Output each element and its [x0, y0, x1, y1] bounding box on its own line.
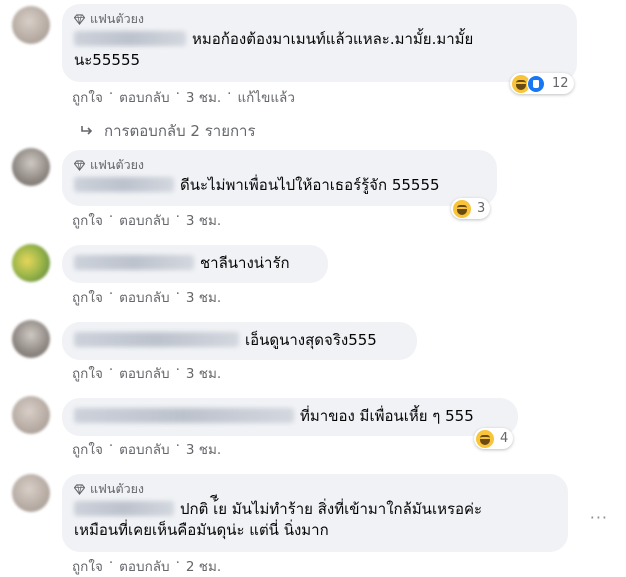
- avatar[interactable]: [12, 396, 50, 434]
- more-options-icon[interactable]: ···: [590, 508, 608, 527]
- view-replies-link[interactable]: การตอบกลับ 2 รายการ: [80, 119, 256, 143]
- comment-text: ปกติ เ้ีย มันไม่ทำร้าย สิ่งที่เข้ามาใกล้…: [74, 499, 556, 520]
- badge-label: แฟนตัวยง: [90, 481, 145, 496]
- reactions-summary[interactable]: 12: [510, 73, 574, 94]
- comment-actions: ถูกใจ · ตอบกลับ · 2 ชม.: [72, 555, 222, 577]
- reaction-count: 12: [552, 76, 569, 91]
- comment-text: ชาลีนางน่ารัก: [74, 253, 316, 274]
- diamond-icon: [74, 483, 85, 495]
- reply-link[interactable]: ตอบกลับ: [119, 286, 169, 308]
- reactions-summary[interactable]: 4: [474, 428, 514, 449]
- author-name[interactable]: [74, 255, 194, 270]
- timestamp[interactable]: 3 ชม.: [186, 286, 221, 308]
- comment-text: หมอก้องต้องมาเมนท์แล้วแหละ.มามั้ย.มามั้ย: [74, 29, 565, 50]
- comment-bubble: แฟนตัวยง หมอก้องต้องมาเมนท์แล้วแหละ.มามั…: [62, 4, 577, 82]
- avatar[interactable]: [12, 320, 50, 358]
- like-link[interactable]: ถูกใจ: [72, 286, 103, 308]
- diamond-icon: [74, 13, 85, 25]
- comment-text-line-2: นะ55555: [74, 51, 141, 69]
- reactions-summary[interactable]: 3: [451, 198, 491, 219]
- author-name[interactable]: [74, 332, 239, 347]
- like-link[interactable]: ถูกใจ: [72, 438, 103, 460]
- author-name[interactable]: [74, 31, 186, 46]
- avatar[interactable]: [12, 6, 50, 44]
- like-link[interactable]: ถูกใจ: [72, 209, 103, 231]
- reaction-count: 3: [477, 201, 486, 216]
- badge-label: แฟนตัวยง: [90, 157, 145, 172]
- haha-icon: [453, 199, 471, 218]
- top-fan-badge: แฟนตัวยง: [74, 481, 556, 497]
- reply-link[interactable]: ตอบกลับ: [119, 86, 169, 108]
- top-fan-badge: แฟนตัวยง: [74, 11, 565, 27]
- comment-text: เอ็นดูนางสุดจริง555: [74, 330, 405, 351]
- comment-actions: ถูกใจ · ตอบกลับ · 3 ชม.: [72, 286, 222, 308]
- top-fan-badge: แฟนตัวยง: [74, 157, 485, 173]
- avatar[interactable]: [12, 148, 50, 186]
- badge-label: แฟนตัวยง: [90, 11, 145, 26]
- reply-link[interactable]: ตอบกลับ: [119, 362, 169, 384]
- reaction-count: 4: [500, 431, 509, 446]
- comment-text: ที่มาของ มีเพื่อนเหี้ย ๆ 555: [74, 406, 506, 427]
- author-name[interactable]: [74, 408, 294, 423]
- comment-actions: ถูกใจ · ตอบกลับ · 3 ชม. · แก้ไขแล้ว: [72, 86, 295, 108]
- reply-link[interactable]: ตอบกลับ: [119, 555, 169, 577]
- avatar[interactable]: [12, 244, 50, 282]
- comment-bubble: แฟนตัวยง ดีนะไม่พาเพื่อนไปให้อาเธอร์รู้จ…: [62, 150, 497, 206]
- comment-bubble: ที่มาของ มีเพื่อนเหี้ย ๆ 555: [62, 398, 518, 436]
- comment-bubble: แฟนตัวยง ปกติ เ้ีย มันไม่ทำร้าย สิ่งที่เ…: [62, 474, 568, 552]
- haha-icon: [476, 429, 494, 448]
- timestamp[interactable]: 3 ชม.: [186, 362, 221, 384]
- timestamp[interactable]: 3 ชม.: [186, 438, 221, 460]
- reply-arrow-icon: [81, 126, 93, 135]
- reply-link[interactable]: ตอบกลับ: [119, 438, 169, 460]
- replies-label[interactable]: การตอบกลับ 2 รายการ: [104, 119, 256, 143]
- comment-text-line-2: เหมือนที่เคยเห็นคือมันดุน่ะ แต่นี่ นิ่งม…: [74, 521, 329, 539]
- like-link[interactable]: ถูกใจ: [72, 86, 103, 108]
- comment-actions: ถูกใจ · ตอบกลับ · 3 ชม.: [72, 362, 222, 384]
- like-link[interactable]: ถูกใจ: [72, 362, 103, 384]
- author-name[interactable]: [74, 177, 174, 192]
- diamond-icon: [74, 159, 85, 171]
- reply-link[interactable]: ตอบกลับ: [119, 209, 169, 231]
- comment-bubble: ชาลีนางน่ารัก: [62, 245, 328, 283]
- like-link[interactable]: ถูกใจ: [72, 555, 103, 577]
- author-name[interactable]: [74, 501, 174, 516]
- avatar[interactable]: [12, 474, 50, 512]
- comment-actions: ถูกใจ · ตอบกลับ · 3 ชม.: [72, 209, 222, 231]
- comment-text: ดีนะไม่พาเพื่อนไปให้อาเธอร์รู้จัก 55555: [74, 175, 485, 196]
- timestamp[interactable]: 3 ชม.: [186, 209, 221, 231]
- timestamp[interactable]: 2 ชม.: [186, 555, 221, 577]
- comment-actions: ถูกใจ · ตอบกลับ · 3 ชม.: [72, 438, 222, 460]
- edited-label: แก้ไขแล้ว: [237, 90, 295, 106]
- timestamp[interactable]: 3 ชม.: [186, 86, 221, 108]
- like-icon: [527, 74, 545, 93]
- comment-bubble: เอ็นดูนางสุดจริง555: [62, 322, 417, 360]
